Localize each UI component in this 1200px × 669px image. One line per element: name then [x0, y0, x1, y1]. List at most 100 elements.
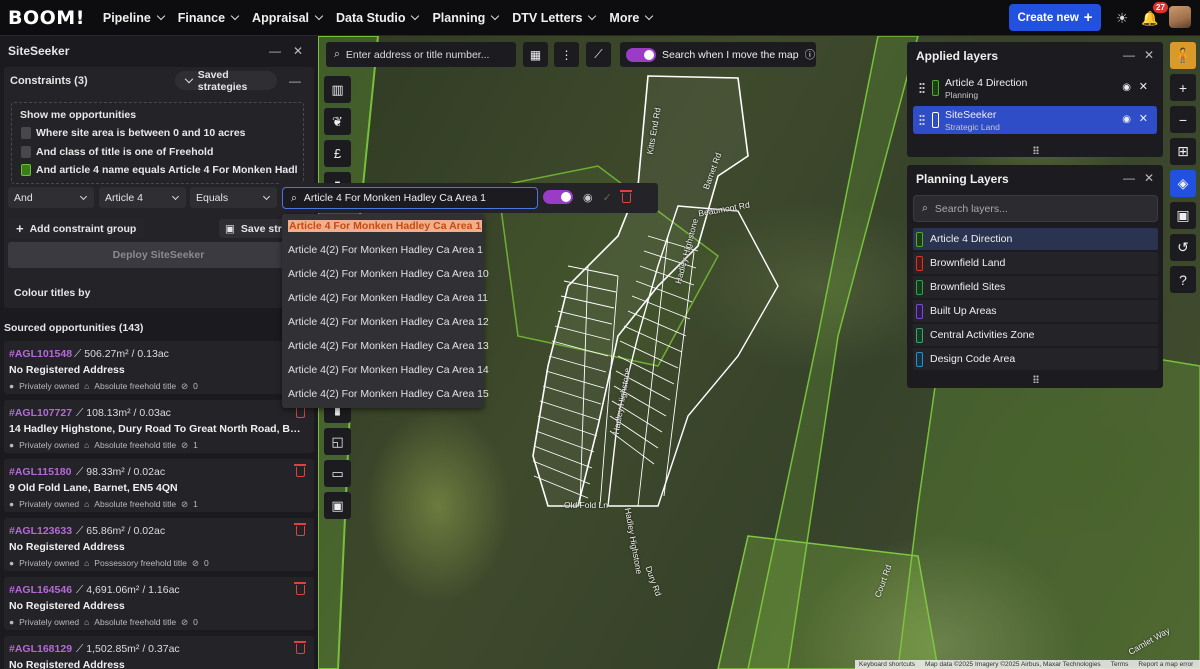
street-view-pegman-icon[interactable]: 🧍 [1170, 42, 1196, 69]
search-when-move-toggle[interactable]: Search when I move the map ⓘ [620, 42, 816, 67]
opportunity-card[interactable]: #AGL107727 ⟋ 108.13m² / 0.03ac 14 Hadley… [4, 400, 314, 453]
boom-logo[interactable]: BOOM! [8, 7, 85, 29]
trash-icon[interactable] [294, 582, 306, 595]
planning-layer-item[interactable]: Central Activities Zone [913, 324, 1158, 346]
article-4-value-input[interactable]: ⌕ Article 4 For Monken Hadley Ca Area 1 [282, 187, 538, 209]
dropdown-option[interactable]: Article 4(2) For Monken Hadley Ca Area 1… [282, 310, 489, 334]
nav-finance[interactable]: Finance [178, 11, 240, 25]
nav-planning[interactable]: Planning [432, 11, 500, 25]
buildings-tool[interactable]: ▥ [324, 76, 351, 103]
opportunity-card[interactable]: #AGL101548 ⟋ 506.27m² / 0.13ac No Regist… [4, 341, 314, 394]
resize-handle-icon[interactable] [1033, 146, 1039, 154]
dropdown-option[interactable]: Article 4 For Monken Hadley Ca Area 1 [282, 214, 484, 238]
info-icon[interactable]: ⓘ [805, 47, 816, 62]
opportunity-id[interactable]: #AGL115180 [9, 466, 71, 478]
nav-appraisal[interactable]: Appraisal [252, 11, 324, 25]
opportunity-id[interactable]: #AGL123633 [9, 525, 72, 537]
collapse-icon[interactable]: — [289, 74, 301, 88]
nav-pipeline[interactable]: Pipeline [103, 11, 166, 25]
remove-layer-icon[interactable]: ✕ [1139, 80, 1148, 93]
environment-tool[interactable]: ❦ [324, 108, 351, 135]
more-options-button[interactable]: ⋮ [554, 42, 579, 67]
trash-icon[interactable] [294, 641, 306, 654]
remove-layer-icon[interactable]: ✕ [1139, 112, 1148, 125]
dropdown-option[interactable]: Article 4(2) For Monken Hadley Ca Area 1… [282, 262, 489, 286]
resize-handle-icon[interactable] [1033, 375, 1039, 383]
layers-button[interactable]: ◈ [1170, 170, 1196, 197]
opportunity-card[interactable]: #AGL164546 ⟋ 4,691.06m² / 1.16ac No Regi… [4, 577, 314, 630]
opportunity-card[interactable]: #AGL115180 ⟋ 98.33m² / 0.02ac 9 Old Fold… [4, 459, 314, 512]
planning-layer-item[interactable]: Brownfield Sites [913, 276, 1158, 298]
deploy-siteseeker-button[interactable]: Deploy SiteSeeker [8, 242, 309, 268]
opportunity-card[interactable]: #AGL168129 ⟋ 1,502.85m² / 0.37ac No Regi… [4, 636, 314, 669]
operator-select[interactable]: Equals [190, 187, 277, 208]
dropdown-option[interactable]: Article 4(2) For Monken Hadley Ca Area 1 [282, 238, 484, 262]
opportunity-id[interactable]: #AGL164546 [9, 584, 72, 596]
constraint-checkbox[interactable] [21, 127, 31, 139]
opportunity-id[interactable]: #AGL168129 [9, 643, 72, 655]
attribution-link[interactable]: Terms [1111, 661, 1129, 668]
measure-button[interactable]: ⟋ [586, 42, 611, 67]
drag-handle-icon[interactable] [919, 82, 925, 93]
colour-titles-by[interactable]: Colour titles by [4, 280, 314, 306]
add-constraint-group-button[interactable]: + Add constraint group [8, 219, 145, 238]
create-new-button[interactable]: Create new + [1009, 4, 1101, 31]
applied-layer-item[interactable]: Article 4 Direction Planning ◉ ✕ [913, 74, 1157, 102]
dropdown-option[interactable]: Article 4(2) For Monken Hadley Ca Area 1… [282, 334, 489, 358]
constraint-row[interactable]: And article 4 name equals Article 4 For … [36, 164, 298, 176]
drag-handle-icon[interactable] [919, 114, 925, 125]
save-map-button[interactable]: ▣ [1170, 202, 1196, 229]
saved-strategies-button[interactable]: Saved strategies [175, 69, 277, 93]
eye-icon[interactable]: ◉ [1122, 82, 1131, 93]
nav-dtv-letters[interactable]: DTV Letters [512, 11, 597, 25]
planning-layer-item[interactable]: Brownfield Land [913, 252, 1158, 274]
nav-data-studio[interactable]: Data Studio [336, 11, 420, 25]
zoom-out-button[interactable]: − [1170, 106, 1196, 133]
planning-layer-item[interactable]: Design Code Area [913, 348, 1158, 370]
check-icon[interactable]: ✓ [603, 191, 612, 204]
constraint-checkbox[interactable] [21, 146, 31, 158]
minimize-icon[interactable]: — [1123, 48, 1135, 62]
grid-view-button[interactable]: ⊞ [1170, 138, 1196, 165]
field-select[interactable]: Article 4 [99, 187, 186, 208]
finance-tool[interactable]: £ [324, 140, 351, 167]
minimize-icon[interactable]: — [1123, 171, 1135, 185]
dropdown-option[interactable]: Article 4(2) For Monken Hadley Ca Area 1… [282, 382, 489, 406]
attribution-link[interactable]: Keyboard shortcuts [859, 661, 915, 668]
dropdown-option[interactable]: Article 4(2) For Monken Hadley Ca Area 1… [282, 286, 488, 310]
logic-select[interactable]: And [8, 187, 94, 208]
zoom-in-button[interactable]: + [1170, 74, 1196, 101]
opportunity-id[interactable]: #AGL101548 [9, 348, 72, 360]
trash-icon[interactable] [294, 464, 306, 477]
planning-layer-item[interactable]: Article 4 Direction [913, 228, 1158, 250]
constraint-checkbox-active[interactable] [21, 164, 31, 176]
close-icon[interactable]: ✕ [1144, 171, 1154, 185]
planning-layer-item[interactable]: Built Up Areas [913, 300, 1158, 322]
analytics-tool[interactable]: ◱ [324, 428, 351, 455]
applied-layer-item-selected[interactable]: SiteSeeker Strategic Land ◉ ✕ [913, 106, 1157, 134]
constraint-row[interactable]: Where site area is between 0 and 10 acre… [36, 127, 246, 139]
constraint-row[interactable]: And class of title is one of Freehold [36, 146, 213, 158]
eye-icon[interactable]: ◉ [583, 191, 593, 204]
dropdown-option[interactable]: Article 4(2) For Monken Hadley Ca Area 1… [282, 358, 489, 382]
minimize-icon[interactable]: — [269, 44, 281, 58]
history-button[interactable]: ↺ [1170, 234, 1196, 261]
nav-more[interactable]: More [609, 11, 654, 25]
save-tool[interactable]: ▣ [324, 492, 351, 519]
close-icon[interactable]: ✕ [293, 44, 303, 58]
trash-icon[interactable] [294, 523, 306, 536]
attribution-link[interactable]: Report a map error [1138, 661, 1193, 668]
trash-icon[interactable] [619, 190, 632, 203]
theme-toggle-icon[interactable]: ☀ [1112, 8, 1132, 28]
trash-icon[interactable] [294, 405, 306, 418]
search-layers-input[interactable]: ⌕ Search layers... [913, 195, 1158, 222]
transport-tool[interactable]: ▭ [324, 460, 351, 487]
toggle-switch[interactable] [626, 47, 656, 62]
map-layers-button[interactable]: ▦ [523, 42, 548, 67]
eye-icon[interactable]: ◉ [1122, 114, 1131, 125]
opportunity-id[interactable]: #AGL107727 [9, 407, 72, 419]
opportunity-card[interactable]: #AGL123633 ⟋ 65.86m² / 0.02ac No Registe… [4, 518, 314, 571]
close-icon[interactable]: ✕ [1144, 48, 1154, 62]
avatar[interactable] [1169, 6, 1191, 28]
help-button[interactable]: ? [1170, 266, 1196, 293]
